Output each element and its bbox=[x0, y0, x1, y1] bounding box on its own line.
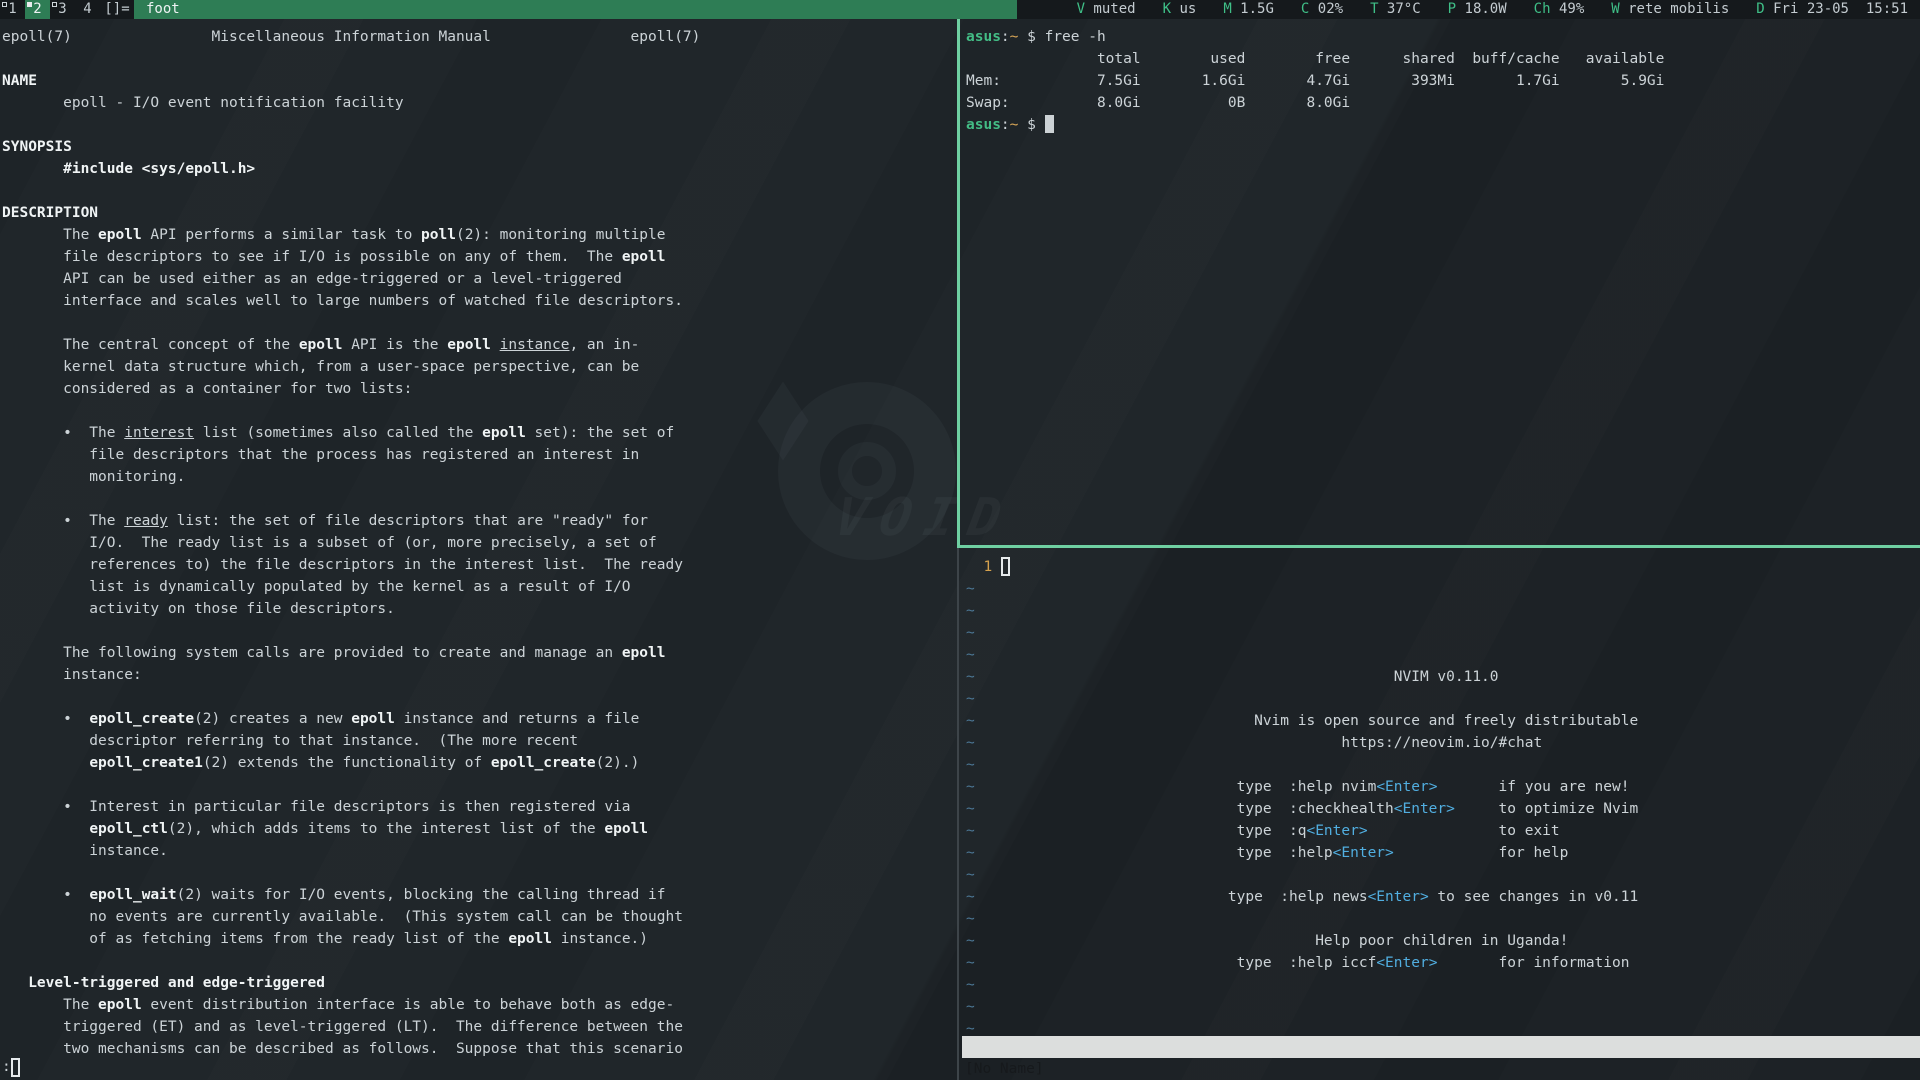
focused-window-border-left bbox=[957, 19, 960, 548]
status-item-d: D Fri 23-05 15:51 bbox=[1756, 0, 1908, 19]
tag-client-square bbox=[52, 2, 57, 7]
status-item-w: W rete mobilis bbox=[1611, 0, 1729, 19]
status-item-v: V muted bbox=[1077, 0, 1136, 19]
window-title: foot bbox=[134, 0, 1017, 19]
man-page-text[interactable]: epoll(7) Miscellaneous Information Manua… bbox=[2, 19, 958, 1057]
nvim-statusline: [No Name] 0,0-1 All bbox=[962, 1036, 1920, 1058]
tag-list: 1234 bbox=[0, 0, 100, 19]
pager-cursor bbox=[11, 1058, 20, 1077]
status-item-t: T 37°C bbox=[1370, 0, 1421, 19]
terminal-pane[interactable]: asus:~ $ free -h total used free shared … bbox=[966, 19, 1920, 545]
layout-symbol[interactable]: []= bbox=[100, 0, 134, 19]
status-item-p: P 18.0W bbox=[1448, 0, 1507, 19]
nvim-buffer: 1 ~ ~ ~ ~ ~ NVIM v0.11.0 ~ ~ Nvim is ope… bbox=[962, 548, 1920, 1036]
tag-button-1[interactable]: 1 bbox=[0, 0, 25, 19]
status-item-ch: Ch 49% bbox=[1534, 0, 1585, 19]
tag-client-square bbox=[2, 2, 7, 7]
tag-button-2[interactable]: 2 bbox=[25, 0, 50, 19]
tag-client-square bbox=[27, 2, 32, 7]
nvim-cursor bbox=[1001, 557, 1010, 576]
nvim-window-border-left bbox=[957, 548, 959, 1080]
dwm-status-bar: 1234 []= foot V muted K us M 1.5G C 02% T 37… bbox=[0, 0, 1920, 19]
tag-button-4[interactable]: 4 bbox=[75, 0, 100, 19]
status-item-c: C 02% bbox=[1301, 0, 1343, 19]
status-item-k: K us bbox=[1163, 0, 1197, 19]
status-area: V muted K us M 1.5G C 02% T 37°C P 18.0W Ch 49… bbox=[1017, 0, 1920, 19]
nvim-pane[interactable]: 1 ~ ~ ~ ~ ~ NVIM v0.11.0 ~ ~ Nvim is ope… bbox=[962, 548, 1920, 1036]
terminal-cursor bbox=[1045, 115, 1054, 133]
pager-prompt-line: : bbox=[2, 1056, 20, 1078]
tag-button-3[interactable]: 3 bbox=[50, 0, 75, 19]
pager-prompt: : bbox=[2, 1056, 11, 1078]
status-item-m: M 1.5G bbox=[1223, 0, 1274, 19]
statusline-file: [No Name] bbox=[965, 1058, 1044, 1080]
focused-window-border-bottom bbox=[957, 545, 1920, 548]
